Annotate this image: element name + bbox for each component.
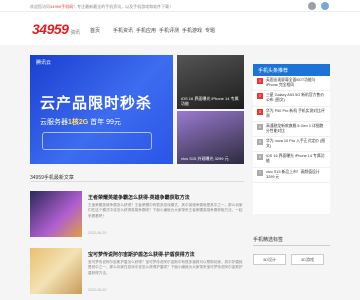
thumb-iphone[interactable]: iOS 16 界面曝光 iPhone 14 专属功能 [177,55,244,109]
thumb-caption: vivo S15 外观曝光 3299 元 [181,155,229,161]
article-thumbnail[interactable] [30,248,82,294]
wechat-icon[interactable] [321,2,329,10]
article-item[interactable]: 王者荣耀英雄争霸怎么获得-英雄争霸获取方法 王者荣耀英雄争霸怎么获得？王者荣耀中… [30,191,244,237]
hero-title: 云产品限时秒杀 [40,95,153,112]
tag-chip[interactable]: 3D设计 [253,254,286,265]
rank-badge: 7 [257,169,263,176]
sidebar-item[interactable]: 2 三星 Galaxy A53 5G 新机官方售价公布 (图文) [253,91,330,107]
rank-badge: 5 [257,139,263,145]
welcome-message: 欢迎您访问34959手机网！专注最新最全的手机资讯，以及手机游戏和软件下载！ [30,4,173,10]
tag-chip[interactable]: 3D游戏 [291,254,324,265]
weibo-icon[interactable] [308,2,316,10]
hero-offer-box [42,132,152,150]
sidebar-item[interactable]: 7 vivo S15 新品上市！高颜值设计 3299 元 [253,168,330,183]
article-title[interactable]: 宝可梦传说阿尔宙斯护盾怎么获得-护盾获得方法 [88,251,195,258]
nav-apps[interactable]: 手机应用 [136,27,159,34]
hero-banner[interactable]: 腾讯云 云产品限时秒杀 云服务器1核2G 首年 99元 [30,55,173,164]
sidebar-item[interactable]: 1 英国出现屏幕全面BOT功能与iPhone 完全相同 [253,76,330,92]
rank-badge: 4 [257,123,263,130]
sidebar-title: 手机头条推荐 [253,64,330,76]
section-title: 34959手机最新文章 [30,175,74,181]
nav-news[interactable]: 手机资讯 [113,27,136,34]
logo-text: 34959 [32,21,69,37]
article-item[interactable]: 宝可梦传说阿尔宙斯护盾怎么获得-护盾获得方法 宝可梦传说阿尔宙斯护盾怎么获得？宝… [30,248,244,294]
sidebar-item[interactable]: 3 华为 P50 Pro 新机 手机实测对比评测 [253,107,330,122]
logo-subtext: 资讯 [70,30,80,36]
rank-badge: 6 [257,154,263,161]
rank-badge: 2 [257,93,263,100]
nav-reviews[interactable]: 手机评测 [159,27,182,34]
sidebar-item[interactable]: 4 高通骁龙新款旗舰 8 Gen 1 详细跑分性能对比 [253,122,330,137]
sidebar-tags: 手机精选标签 3D设计 3D游戏 [253,236,330,296]
welcome-site-link[interactable]: 34959手机网 [50,4,73,9]
top-bar: 欢迎您访问34959手机网！专注最新最全的手机资讯，以及手机游戏和软件下载！ [0,0,360,12]
article-date: 2022-06-20 [88,231,107,235]
site-logo[interactable]: 34959 资讯 [32,21,80,37]
article-summary: 宝可梦传说阿尔宙斯护盾怎么获得？宝可梦传说阿尔宙斯中有很多道具可以帮助玩家，其中… [88,260,243,275]
thumb-vivo[interactable]: vivo S15 外观曝光 3299 元 [177,111,244,164]
article-date: 2022-06-20 [88,288,107,292]
main-nav: 首页 手机资讯 手机应用 手机评测 手机游戏 专题 [90,27,228,34]
rank-badge: 1 [257,78,263,84]
nav-topics[interactable]: 专题 [205,27,228,34]
sidebar-item[interactable]: 6 iOS 16 界面曝光 iPhone 14 专属功能 [253,152,330,168]
welcome-prefix: 欢迎您访问 [30,4,50,9]
article-title[interactable]: 王者荣耀英雄争霸怎么获得-英雄争霸获取方法 [88,194,190,201]
nav-games[interactable]: 手机游戏 [182,27,205,34]
thumb-caption: iOS 16 界面曝光 iPhone 14 专属功能 [181,95,239,106]
article-thumbnail[interactable] [30,191,82,237]
hero-brand: 腾讯云 [36,60,52,66]
sidebar-item[interactable]: 5 华为 nova 10 Pro 入手正式定价 (图文) [253,137,330,153]
hero-offer: 云服务器1核2G 首年 99元 [40,119,121,126]
rank-badge: 3 [257,108,263,115]
article-summary: 王者荣耀英雄争霸怎么获得？王者荣耀中有很多游戏模式，其中英雄争霸就是其中之一，那… [88,203,243,218]
sidebar-recommended: 手机头条推荐 1 英国出现屏幕全面BOT功能与iPhone 完全相同 2 三星 Ga… [253,64,330,214]
nav-home[interactable]: 首页 [90,27,113,34]
tags-title: 手机精选标签 [253,236,330,246]
welcome-text: ！专注最新最全的手机资讯，以及手机游戏和软件下载！ [73,4,174,9]
section-divider [30,181,244,182]
